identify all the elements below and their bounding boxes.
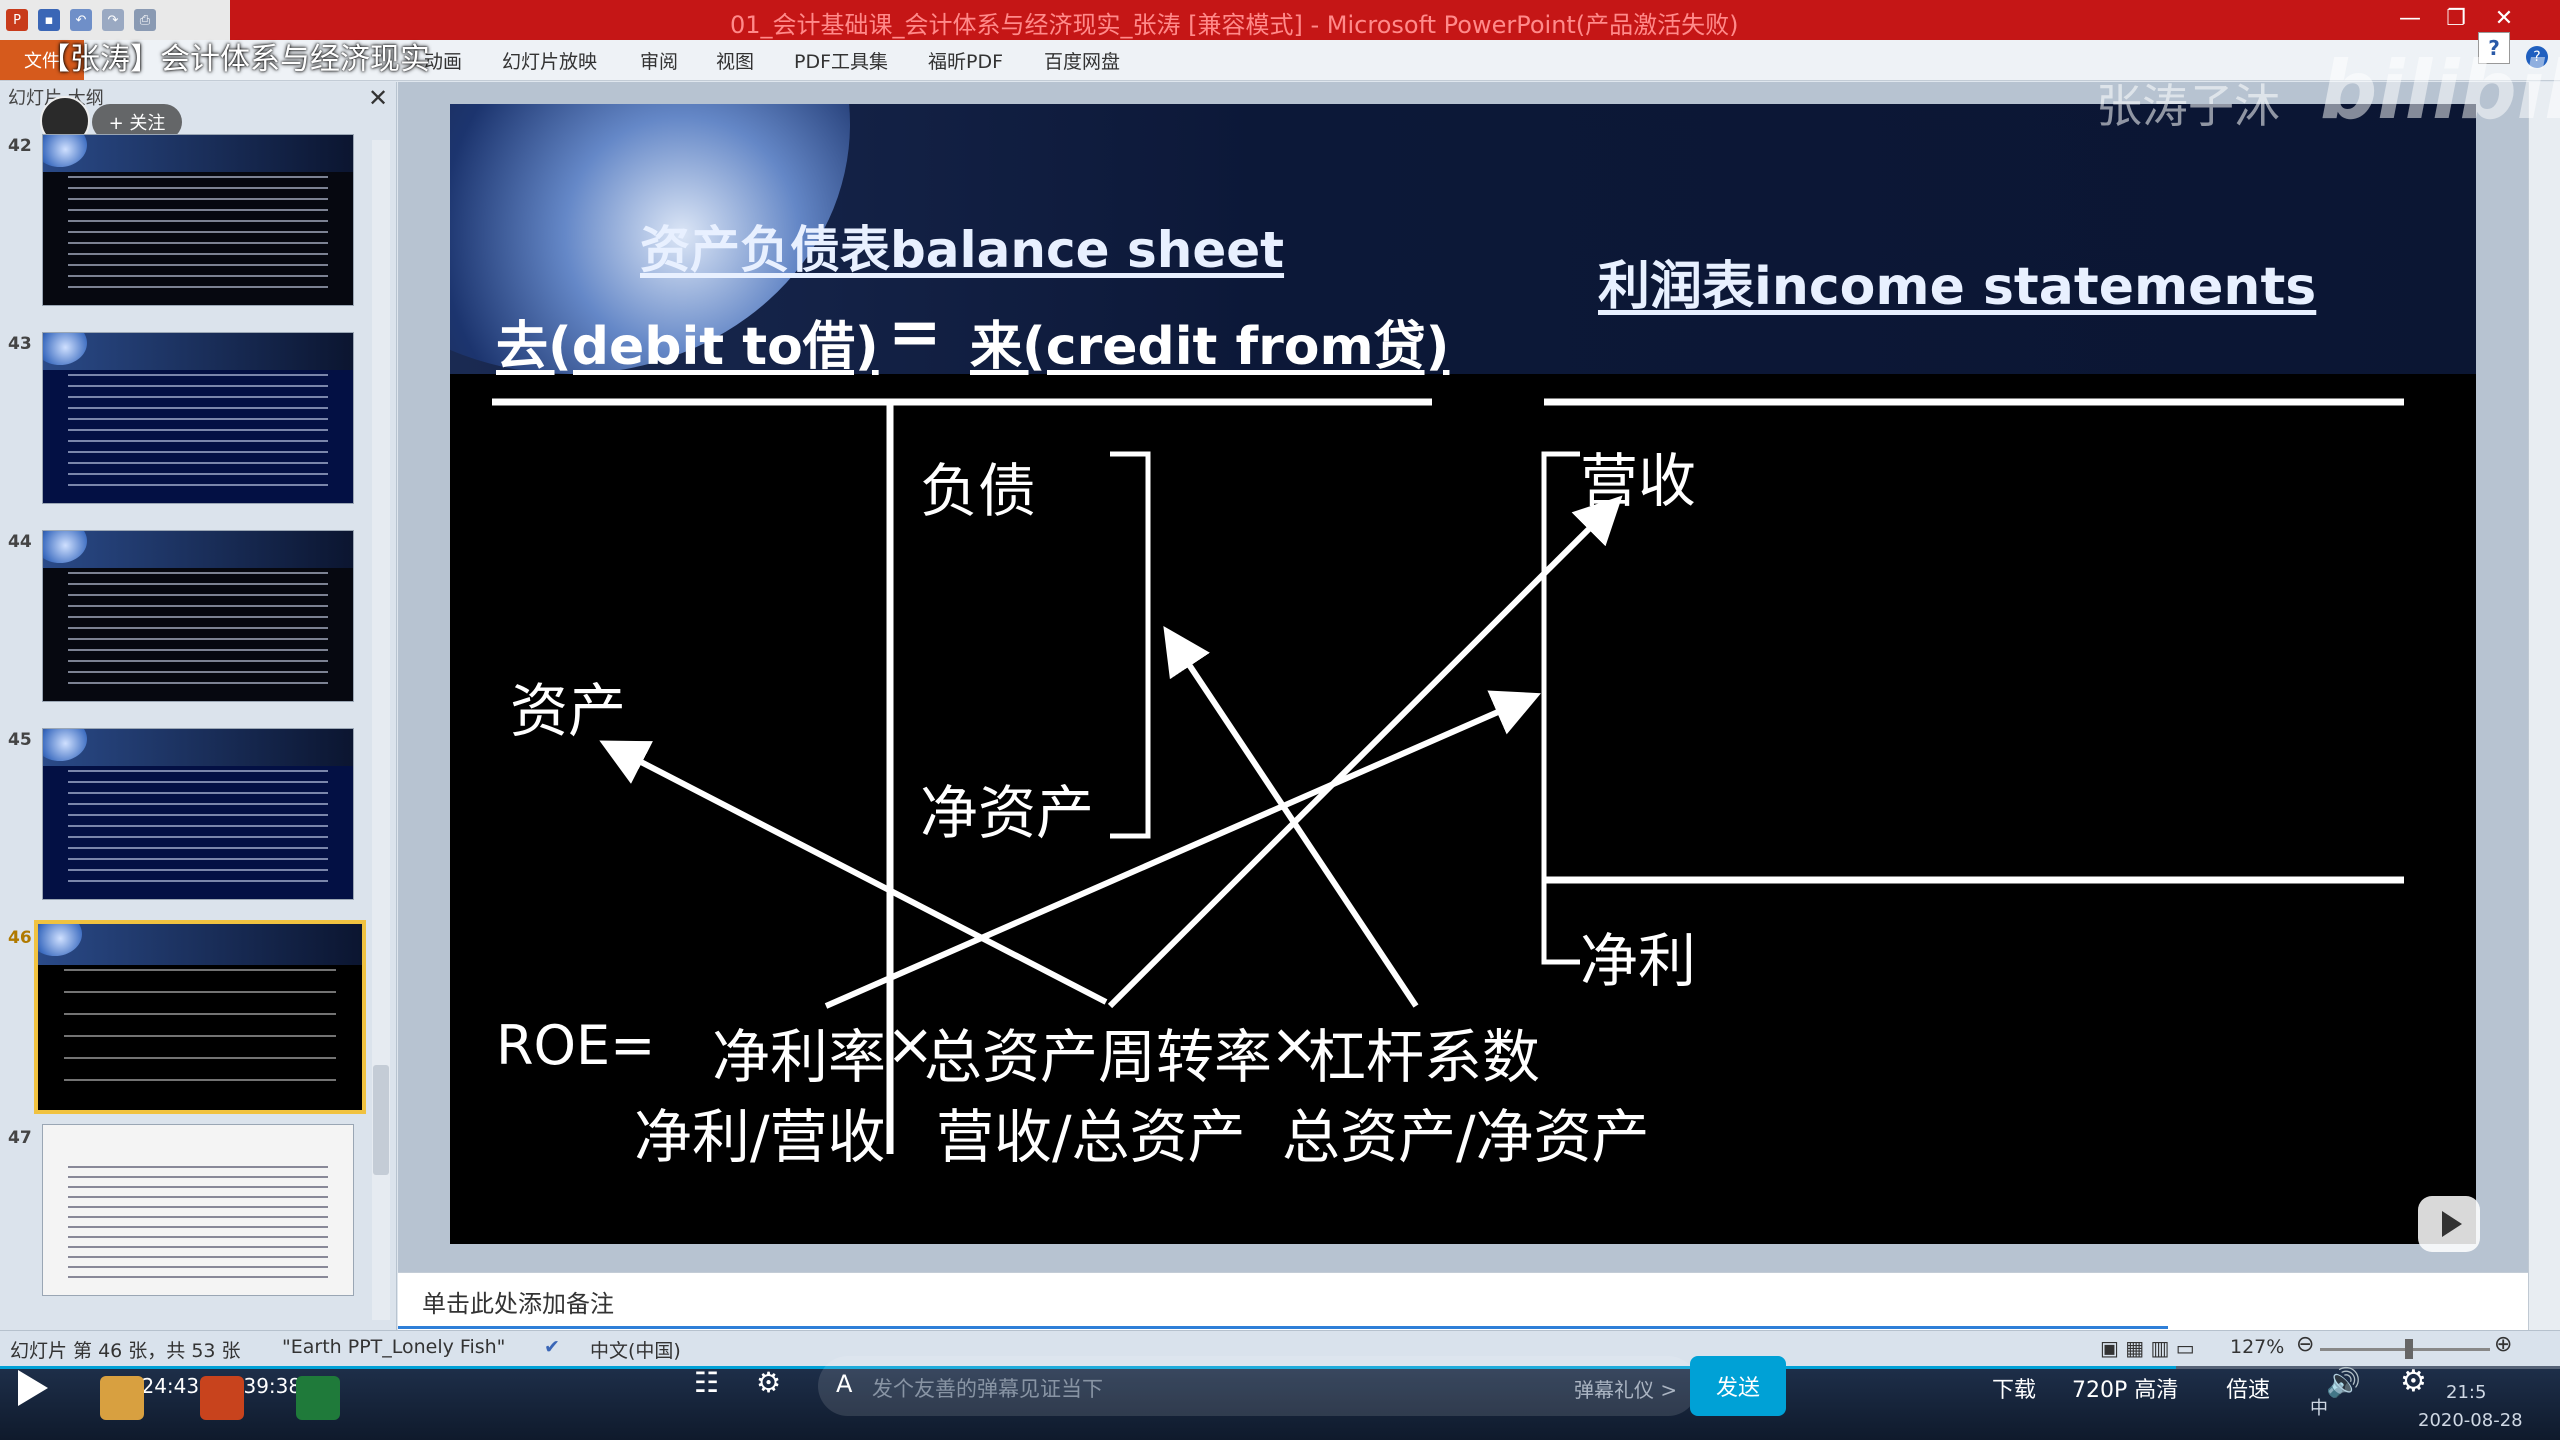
redo-icon[interactable]: ↷ bbox=[102, 9, 124, 31]
slide-count-status: 幻灯片 第 46 张，共 53 张 bbox=[10, 1340, 241, 1362]
uploader-watermark: 张涛子沐 bbox=[2096, 79, 2280, 133]
pane-scroll-thumb[interactable] bbox=[373, 1065, 389, 1175]
window-title: 01_会计基础课_会计体系与经济现实_张涛 [兼容模式] - Microsoft… bbox=[730, 11, 1739, 39]
revenue-netincome-bracket bbox=[1541, 451, 1580, 965]
current-slide[interactable]: 资产负债表balance sheet 去(debit to借) = 来(cred… bbox=[450, 104, 2476, 1244]
ime-indicator[interactable]: 中 bbox=[2310, 1394, 2328, 1420]
tab-foxit-pdf[interactable]: 福昕PDF bbox=[928, 40, 1003, 80]
settings-gear-icon[interactable]: ⚙ bbox=[2400, 1364, 2427, 1399]
notes-placeholder[interactable]: 单击此处添加备注 bbox=[422, 1284, 614, 1319]
view-buttons[interactable]: ▣ ▦ ▥ ▭ bbox=[2100, 1336, 2195, 1360]
ratio-asset-turnover: 营收/总资产 bbox=[936, 1103, 1246, 1171]
zoom-slider-knob[interactable] bbox=[2405, 1339, 2413, 1359]
slide-thumbnail-selected[interactable] bbox=[34, 920, 366, 1114]
minimize-button[interactable]: — bbox=[2386, 0, 2434, 36]
ratio-net-margin: 净利/营收 bbox=[634, 1103, 886, 1171]
excel-taskbar-icon[interactable] bbox=[296, 1376, 340, 1420]
system-clock: 21:5 bbox=[2446, 1382, 2487, 1403]
revenue-label: 营收 bbox=[1580, 447, 1697, 515]
danmaku-toggle-icon[interactable]: ☷ bbox=[694, 1366, 719, 1399]
arrow-to-income-statement bbox=[824, 690, 1541, 1009]
quality-selector[interactable]: 720P 高清 bbox=[2072, 1372, 2178, 1404]
maximize-button[interactable]: ❐ bbox=[2432, 0, 2480, 36]
volume-icon[interactable]: 🔊 bbox=[2326, 1366, 2361, 1399]
play-overlay-icon[interactable] bbox=[2418, 1196, 2480, 1252]
spellcheck-icon[interactable]: ✔ bbox=[544, 1336, 560, 1358]
leverage-label: 杠杆系数 bbox=[1308, 1023, 1541, 1091]
send-danmaku-button[interactable]: 发送 bbox=[1690, 1356, 1786, 1416]
tab-slideshow[interactable]: 幻灯片放映 bbox=[502, 40, 597, 80]
danmaku-etiquette-link[interactable]: 弹幕礼仪 > bbox=[1574, 1374, 1677, 1403]
ratio-leverage: 总资产/净资产 bbox=[1282, 1103, 1650, 1171]
system-date: 2020-08-28 bbox=[2418, 1410, 2523, 1431]
tab-review[interactable]: 审阅 bbox=[640, 40, 678, 80]
editor-vertical-scrollbar[interactable] bbox=[2528, 82, 2560, 1330]
tab-pdf-tools[interactable]: PDF工具集 bbox=[794, 40, 888, 80]
danmaku-placeholder: 发个友善的弹幕见证当下 bbox=[872, 1377, 1103, 1401]
equity-label: 净资产 bbox=[920, 779, 1095, 847]
slide-number: 47 bbox=[8, 1128, 32, 1148]
video-title-overlay: 【张涛】会计体系与经济现实 bbox=[40, 42, 430, 77]
notes-pane[interactable] bbox=[398, 1272, 2528, 1331]
slide-thumbnail[interactable] bbox=[42, 728, 354, 900]
liabilities-equity-bracket bbox=[1110, 451, 1151, 839]
slide-thumbnail[interactable] bbox=[42, 332, 354, 504]
slide-thumbnail[interactable] bbox=[42, 134, 354, 306]
print-preview-icon[interactable]: ⎙ bbox=[134, 9, 156, 31]
slide-thumbnail[interactable] bbox=[42, 1124, 354, 1296]
slide-number: 44 bbox=[8, 532, 32, 552]
download-button[interactable]: 下载 bbox=[1992, 1372, 2036, 1404]
close-window-button[interactable]: ✕ bbox=[2480, 0, 2528, 36]
language-status[interactable]: 中文(中国) bbox=[590, 1336, 681, 1363]
zoom-out-icon[interactable]: ⊖ bbox=[2296, 1332, 2314, 1357]
zoom-level[interactable]: 127% bbox=[2230, 1336, 2284, 1358]
zoom-in-icon[interactable]: ⊕ bbox=[2494, 1332, 2512, 1357]
slide-number: 46 bbox=[8, 928, 32, 948]
tab-baidu-netdisk[interactable]: 百度网盘 bbox=[1044, 40, 1120, 80]
danmaku-style-icon[interactable]: A bbox=[836, 1370, 852, 1398]
undo-icon[interactable]: ↶ bbox=[70, 9, 92, 31]
bilibili-logo: bilibili bbox=[2320, 44, 2560, 137]
slide-number: 42 bbox=[8, 136, 32, 156]
roe-label: ROE= bbox=[496, 1014, 656, 1077]
slide-number: 43 bbox=[8, 334, 32, 354]
pane-close-icon[interactable]: ✕ bbox=[368, 84, 388, 112]
assets-label: 资产 bbox=[510, 677, 627, 745]
slide-thumbnail[interactable] bbox=[42, 530, 354, 702]
speed-selector[interactable]: 倍速 bbox=[2226, 1372, 2270, 1404]
arrow-to-revenue bbox=[1107, 495, 1623, 1009]
danmaku-settings-icon[interactable]: ⚙ bbox=[756, 1366, 781, 1399]
play-pause-icon[interactable] bbox=[18, 1370, 48, 1406]
powerpoint-app-icon[interactable]: P bbox=[6, 9, 28, 31]
net-margin-label: 净利率 bbox=[712, 1023, 887, 1091]
powerpoint-taskbar-icon[interactable] bbox=[200, 1376, 244, 1420]
tab-view[interactable]: 视图 bbox=[716, 40, 754, 80]
slide-number: 45 bbox=[8, 730, 32, 750]
liabilities-label: 负债 bbox=[920, 457, 1037, 525]
file-explorer-icon[interactable] bbox=[100, 1376, 144, 1420]
asset-turnover-label: 总资产周转率 bbox=[924, 1023, 1273, 1091]
theme-name-status: "Earth PPT_Lonely Fish" bbox=[282, 1336, 506, 1358]
net-income-label: 净利 bbox=[1580, 927, 1697, 995]
notes-focus-line bbox=[398, 1326, 2168, 1329]
save-icon[interactable]: ▪ bbox=[38, 9, 60, 31]
